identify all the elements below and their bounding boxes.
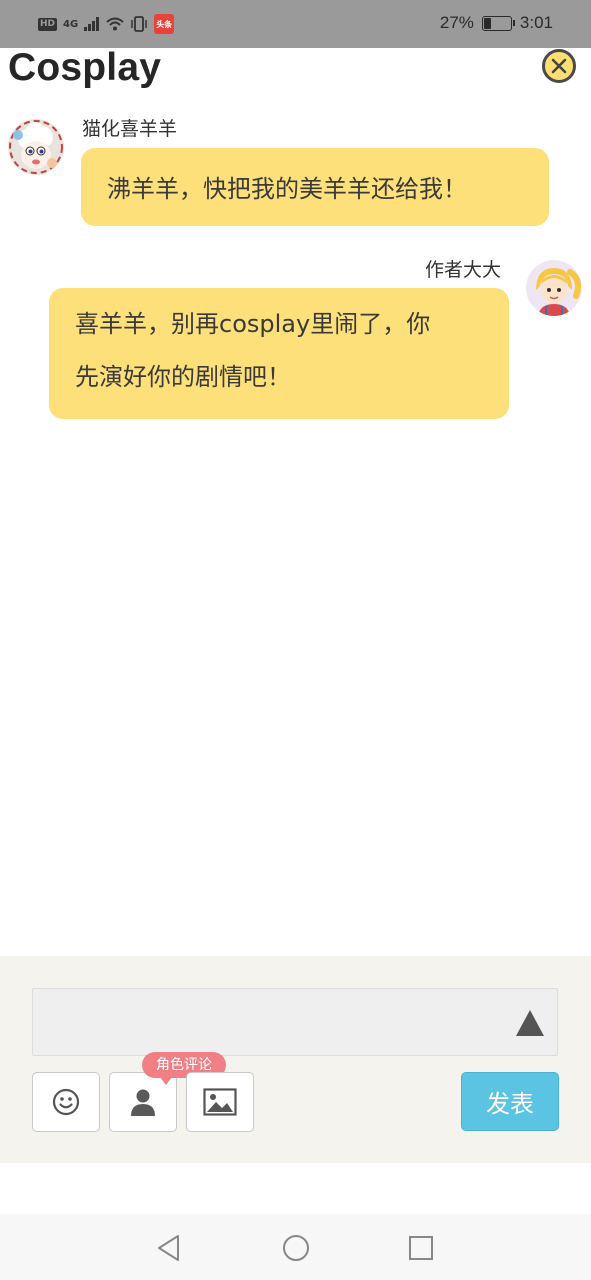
- page-title: Cosplay: [8, 46, 162, 89]
- emoji-icon: [52, 1088, 80, 1116]
- message-bubble[interactable]: 喜羊羊，别再cosplay里闹了，你 先演好你的剧情吧！: [49, 288, 509, 419]
- battery-icon: [481, 15, 515, 31]
- status-left: HD 4G 头条: [38, 14, 175, 34]
- message-text: 沸羊羊，快把我的美羊羊还给我！: [107, 175, 467, 203]
- message-bubble[interactable]: 沸羊羊，快把我的美羊羊还给我！: [81, 148, 549, 226]
- triangle-up-icon[interactable]: [515, 1009, 545, 1037]
- news-app-icon: 头条: [154, 14, 175, 34]
- status-bar: HD 4G 头条 27% 3:01: [0, 0, 591, 48]
- system-nav-bar: [0, 1214, 591, 1280]
- person-icon: [131, 1089, 155, 1116]
- battery-percent: 27%: [439, 13, 474, 32]
- image-button[interactable]: [186, 1072, 254, 1132]
- status-right: 27% 3:01: [440, 13, 553, 33]
- clock: 3:01: [519, 13, 553, 32]
- avatar-author[interactable]: [526, 260, 582, 316]
- signal-icon: [84, 17, 100, 31]
- wifi-icon: [106, 17, 124, 31]
- sender-name: 作者大大: [425, 259, 502, 281]
- close-icon: [551, 58, 567, 74]
- vibrate-icon: [131, 16, 147, 32]
- girl-avatar-icon: [526, 260, 582, 316]
- recents-icon[interactable]: [406, 1233, 436, 1263]
- avatar-sheep[interactable]: [8, 119, 64, 175]
- battery-level: [483, 17, 492, 29]
- sheep-avatar-icon: [8, 119, 64, 175]
- image-icon: [203, 1088, 237, 1116]
- back-icon[interactable]: [154, 1233, 184, 1263]
- network-type: 4G: [63, 18, 79, 30]
- message-text-line: 先演好你的剧情吧！: [75, 363, 291, 391]
- home-icon[interactable]: [281, 1233, 311, 1263]
- close-button[interactable]: [542, 49, 576, 83]
- hd-indicator: HD: [38, 17, 58, 31]
- sender-name: 猫化喜羊羊: [82, 118, 178, 140]
- comment-input[interactable]: [32, 988, 558, 1056]
- emoji-button[interactable]: [32, 1072, 100, 1132]
- send-button[interactable]: 发表: [461, 1072, 559, 1131]
- message-text-line: 喜羊羊，别再cosplay里闹了，你: [75, 310, 431, 338]
